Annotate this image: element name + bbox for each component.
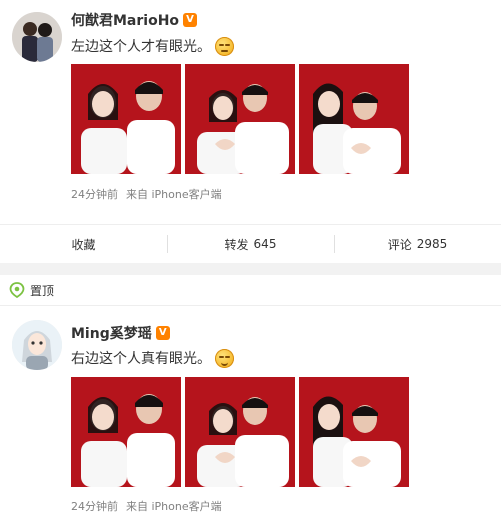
repost-label: 转发 <box>224 237 249 252</box>
repost-count: 645 <box>253 237 277 251</box>
avatar-mario-ho[interactable] <box>12 12 62 62</box>
unamused-face-emoji-icon <box>215 36 234 56</box>
post-source[interactable]: 来自 iPhone客户端 <box>126 186 222 202</box>
post-photo-2[interactable] <box>185 64 295 174</box>
author-name[interactable]: 何猷君MarioHo <box>71 10 179 30</box>
comment-button[interactable]: 评论 2985 <box>334 225 501 263</box>
smiling-face-emoji-icon <box>215 348 234 368</box>
avatar-ming-xi[interactable] <box>12 320 62 370</box>
favorite-button[interactable]: 收藏 <box>0 225 167 263</box>
post-photo-3[interactable] <box>299 64 409 174</box>
comment-count: 2985 <box>416 237 448 251</box>
action-bar: 收藏 转发 645 评论 2985 <box>0 224 501 264</box>
favorite-label: 收藏 <box>71 237 96 252</box>
post-time[interactable]: 24分钟前 <box>71 186 118 202</box>
pinned-label: 置顶 <box>30 283 55 298</box>
post-text: 左边这个人才有眼光。 <box>71 39 211 55</box>
post-photo-2[interactable] <box>185 377 295 487</box>
comment-label: 评论 <box>387 237 412 252</box>
post-time[interactable]: 24分钟前 <box>71 498 118 514</box>
author-name[interactable]: Ming奚梦瑶 <box>71 323 152 343</box>
repost-button[interactable]: 转发 645 <box>167 225 334 263</box>
post-photo-3[interactable] <box>299 377 409 487</box>
post-photo-1[interactable] <box>71 377 181 487</box>
post-source[interactable]: 来自 iPhone客户端 <box>126 498 222 514</box>
verified-badge-icon: V <box>183 13 198 27</box>
feed-divider <box>0 263 501 275</box>
pinned-bar: 置顶 <box>0 275 501 306</box>
post-text: 右边这个人真有眼光。 <box>71 351 211 367</box>
verified-badge-icon: V <box>155 326 170 340</box>
post-photo-1[interactable] <box>71 64 181 174</box>
pin-icon <box>9 282 25 298</box>
